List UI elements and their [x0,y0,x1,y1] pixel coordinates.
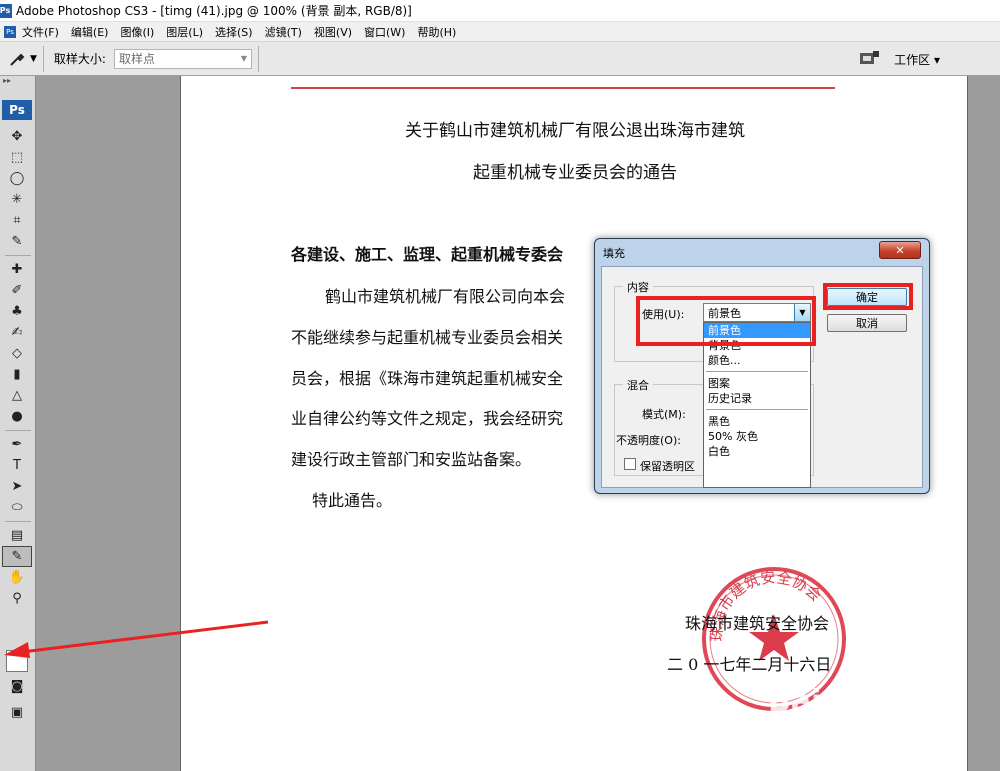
highlight-use-field [636,296,816,346]
divider [257,45,259,72]
menu-select[interactable]: 选择(S) [215,24,253,40]
dialog-body: 内容 使用(U): 前景色 ▼ 混合 模式(M): 不透明度(O): 保留透明区… [601,266,923,488]
doc-salutation: 各建设、施工、监理、起重机械专委会 [291,245,564,264]
gradient-tool-icon[interactable]: ▮ [2,364,32,385]
path-selection-tool-icon[interactable]: ➤ [2,476,32,497]
option-pattern[interactable]: 图案 [704,376,810,391]
eyedropper-icon [10,53,25,66]
option-white[interactable]: 白色 [704,444,810,459]
option-black[interactable]: 黑色 [704,414,810,429]
blur-tool-icon[interactable]: △ [2,385,32,406]
dodge-tool-icon[interactable]: ● [2,406,32,427]
bridge-icon[interactable] [858,50,880,68]
doc-paragraph-line: 业自律公约等文件之规定，我会经研究 [291,409,564,428]
ps-menu-icon[interactable]: Ps [4,25,16,38]
workspace-menu[interactable]: 工作区 ▾ [894,51,940,68]
menu-edit[interactable]: 编辑(E) [71,24,109,40]
watermark-url: jingyan.baidu.com [768,726,907,744]
doc-paragraph-line: 员会，根据《珠海市建筑起重机械安全 [291,369,564,388]
magic-wand-tool-icon[interactable]: ✳ [2,189,32,210]
preserve-transparency-label: 保留透明区 [640,460,695,473]
ps-logo: Ps [2,100,32,120]
doc-paragraph-line: 建设行政主管部门和安监站备案。 [291,450,532,469]
chevron-down-icon: ▼ [30,53,37,64]
tool-preset-picker[interactable]: ▼ [8,50,37,68]
healing-brush-tool-icon[interactable]: ✚ [2,259,32,280]
menu-bar: Ps 文件(F) 编辑(E) 图像(I) 图层(L) 选择(S) 滤镜(T) 视… [0,22,1000,42]
annotation-arrow [4,620,269,658]
close-button[interactable]: ✕ [879,241,921,259]
highlight-ok-button [823,283,913,310]
menu-file[interactable]: 文件(F) [22,24,59,40]
menu-view[interactable]: 视图(V) [314,24,352,40]
fill-dialog: 填充 ✕ 内容 使用(U): 前景色 ▼ 混合 模式(M): 不透明度(O): … [594,238,930,494]
cancel-button[interactable]: 取消 [827,314,907,332]
mode-label: 模式(M): [642,408,686,421]
pen-tool-icon[interactable]: ✒ [2,434,32,455]
menu-image[interactable]: 图像(I) [120,24,154,40]
app-icon: Ps [0,3,12,18]
signature-date: 二 0 一七年二月十六日 [667,655,832,674]
title-bar: Ps Adobe Photoshop CS3 - [timg (41).jpg … [0,0,1000,22]
brush-tool-icon[interactable]: ✐ [2,280,32,301]
dialog-title: 填充 [603,247,625,260]
crop-tool-icon[interactable]: ⌗ [2,210,32,231]
sample-size-select[interactable]: 取样点 ▼ [113,48,252,69]
options-bar: ▼ 取样大小: 取样点 ▼ 工作区 ▾ [0,42,1000,76]
menu-help[interactable]: 帮助(H) [417,24,456,40]
menu-filter[interactable]: 滤镜(T) [265,24,302,40]
clone-stamp-tool-icon[interactable]: ♣ [2,301,32,322]
history-brush-tool-icon[interactable]: ✍ [2,322,32,343]
preserve-transparency-checkbox[interactable] [624,458,636,470]
toolbox-grip[interactable]: ▸▸ [0,76,35,88]
sample-size-value: 取样点 [118,52,155,66]
blend-group-label: 混合 [623,377,653,393]
content-group-label: 内容 [623,279,653,295]
menu-window[interactable]: 窗口(W) [364,24,405,40]
move-tool-icon[interactable]: ✥ [2,126,32,147]
quick-mask-icon[interactable]: ◙ [2,676,32,697]
menu-layer[interactable]: 图层(L) [166,24,203,40]
watermark-brand: Bai du 经验 [768,684,946,719]
divider [42,45,44,72]
notes-tool-icon[interactable]: ▤ [2,525,32,546]
option-color[interactable]: 颜色... [704,353,810,368]
doc-title-line2: 起重机械专业委员会的通告 [473,163,677,183]
doc-paragraph-line: 鹤山市建筑机械厂有限公司向本会 [325,287,566,306]
lasso-tool-icon[interactable]: ◯ [2,168,32,189]
doc-title-line1: 关于鹤山市建筑机械厂有限公退出珠海市建筑 [405,121,745,141]
red-header-line [291,87,835,89]
baidu-watermark: Bai du 经验 jingyan.baidu.com [768,676,948,756]
screen-mode-icon[interactable]: ▣ [2,702,32,723]
signature-organization: 珠海市建筑安全协会 [685,614,830,633]
opacity-label: 不透明度(O): [616,434,681,447]
toolbox: ▸▸ Ps ✥ ⬚ ◯ ✳ ⌗ ✎ ✚ ✐ ♣ ✍ ◇ ▮ △ ● ✒ T ➤ … [0,76,36,771]
use-dropdown-list: 前景色 背景色 颜色... 图案 历史记录 黑色 50% 灰色 白色 [703,322,811,488]
window-title: Adobe Photoshop CS3 - [timg (41).jpg @ 1… [16,4,412,18]
eraser-tool-icon[interactable]: ◇ [2,343,32,364]
zoom-tool-icon[interactable]: ⚲ [2,588,32,609]
doc-paragraph-line: 不能继续参与起重机械专业委员会相关 [291,328,564,347]
eyedropper-tool-icon[interactable]: ✎ [2,546,32,567]
hand-tool-icon[interactable]: ✋ [2,567,32,588]
doc-notice: 特此通告。 [312,491,393,510]
sample-size-label: 取样大小: [53,52,106,66]
slice-tool-icon[interactable]: ✎ [2,231,32,252]
type-tool-icon[interactable]: T [2,455,32,476]
option-history[interactable]: 历史记录 [704,391,810,406]
shape-tool-icon[interactable]: ⬭ [2,497,32,518]
chevron-down-icon: ▼ [240,54,247,63]
marquee-tool-icon[interactable]: ⬚ [2,147,32,168]
option-gray[interactable]: 50% 灰色 [704,429,810,444]
